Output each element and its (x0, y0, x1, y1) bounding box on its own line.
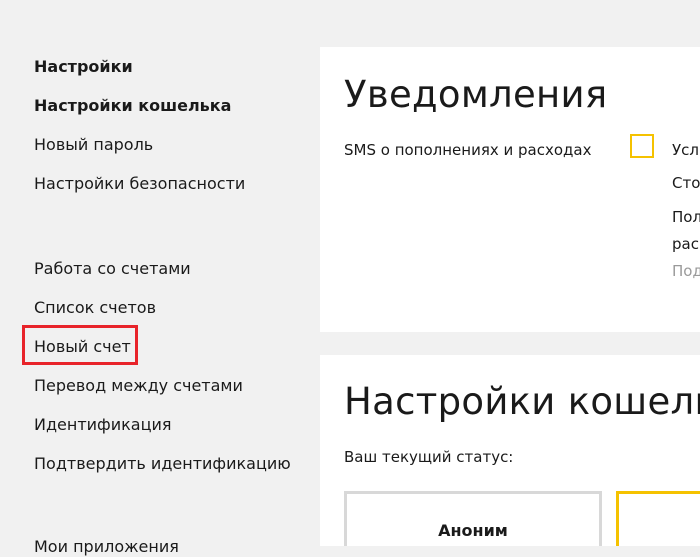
right-link[interactable]: Под (672, 262, 700, 280)
sidebar-item-wallet-settings[interactable]: Настройки кошелька (34, 96, 231, 116)
current-status-label: Ваш текущий статус: (344, 448, 514, 466)
sms-label: SMS о пополнениях и расходах (344, 141, 592, 159)
right-text-1: Усл (672, 141, 699, 159)
notifications-title: Уведомления (344, 73, 608, 116)
sidebar-item-transfer[interactable]: Перевод между счетами (34, 376, 243, 396)
wallet-settings-title: Настройки кошелька (344, 380, 700, 423)
sidebar-item-security-settings[interactable]: Настройки безопасности (34, 174, 245, 194)
sidebar-item-account-list[interactable]: Список счетов (34, 298, 156, 318)
sidebar-item-confirm-identification[interactable]: Подтвердить идентификацию (34, 454, 291, 474)
status-anonymous-label: Аноним (438, 521, 508, 540)
right-text-3: Пол (672, 208, 700, 226)
right-text-2: Сто (672, 174, 700, 192)
sidebar-item-my-apps[interactable]: Мои приложения (34, 537, 179, 557)
sidebar-heading-accounts[interactable]: Работа со счетами (34, 259, 191, 279)
sidebar: Настройки Настройки кошелька Новый парол… (0, 0, 320, 556)
sidebar-item-new-password[interactable]: Новый пароль (34, 135, 153, 155)
sidebar-heading-settings[interactable]: Настройки (34, 57, 133, 77)
wallet-settings-card: Настройки кошелька Ваш текущий статус: А… (320, 355, 700, 546)
sms-checkbox[interactable] (630, 134, 654, 158)
right-text-4: рас (672, 235, 699, 253)
status-anonymous-card[interactable]: Аноним (344, 491, 602, 546)
status-next-card[interactable] (616, 491, 700, 546)
sidebar-item-identification[interactable]: Идентификация (34, 415, 172, 435)
sidebar-item-new-account[interactable]: Новый счет (34, 337, 131, 357)
notifications-card: Уведомления SMS о пополнениях и расходах… (320, 47, 700, 332)
